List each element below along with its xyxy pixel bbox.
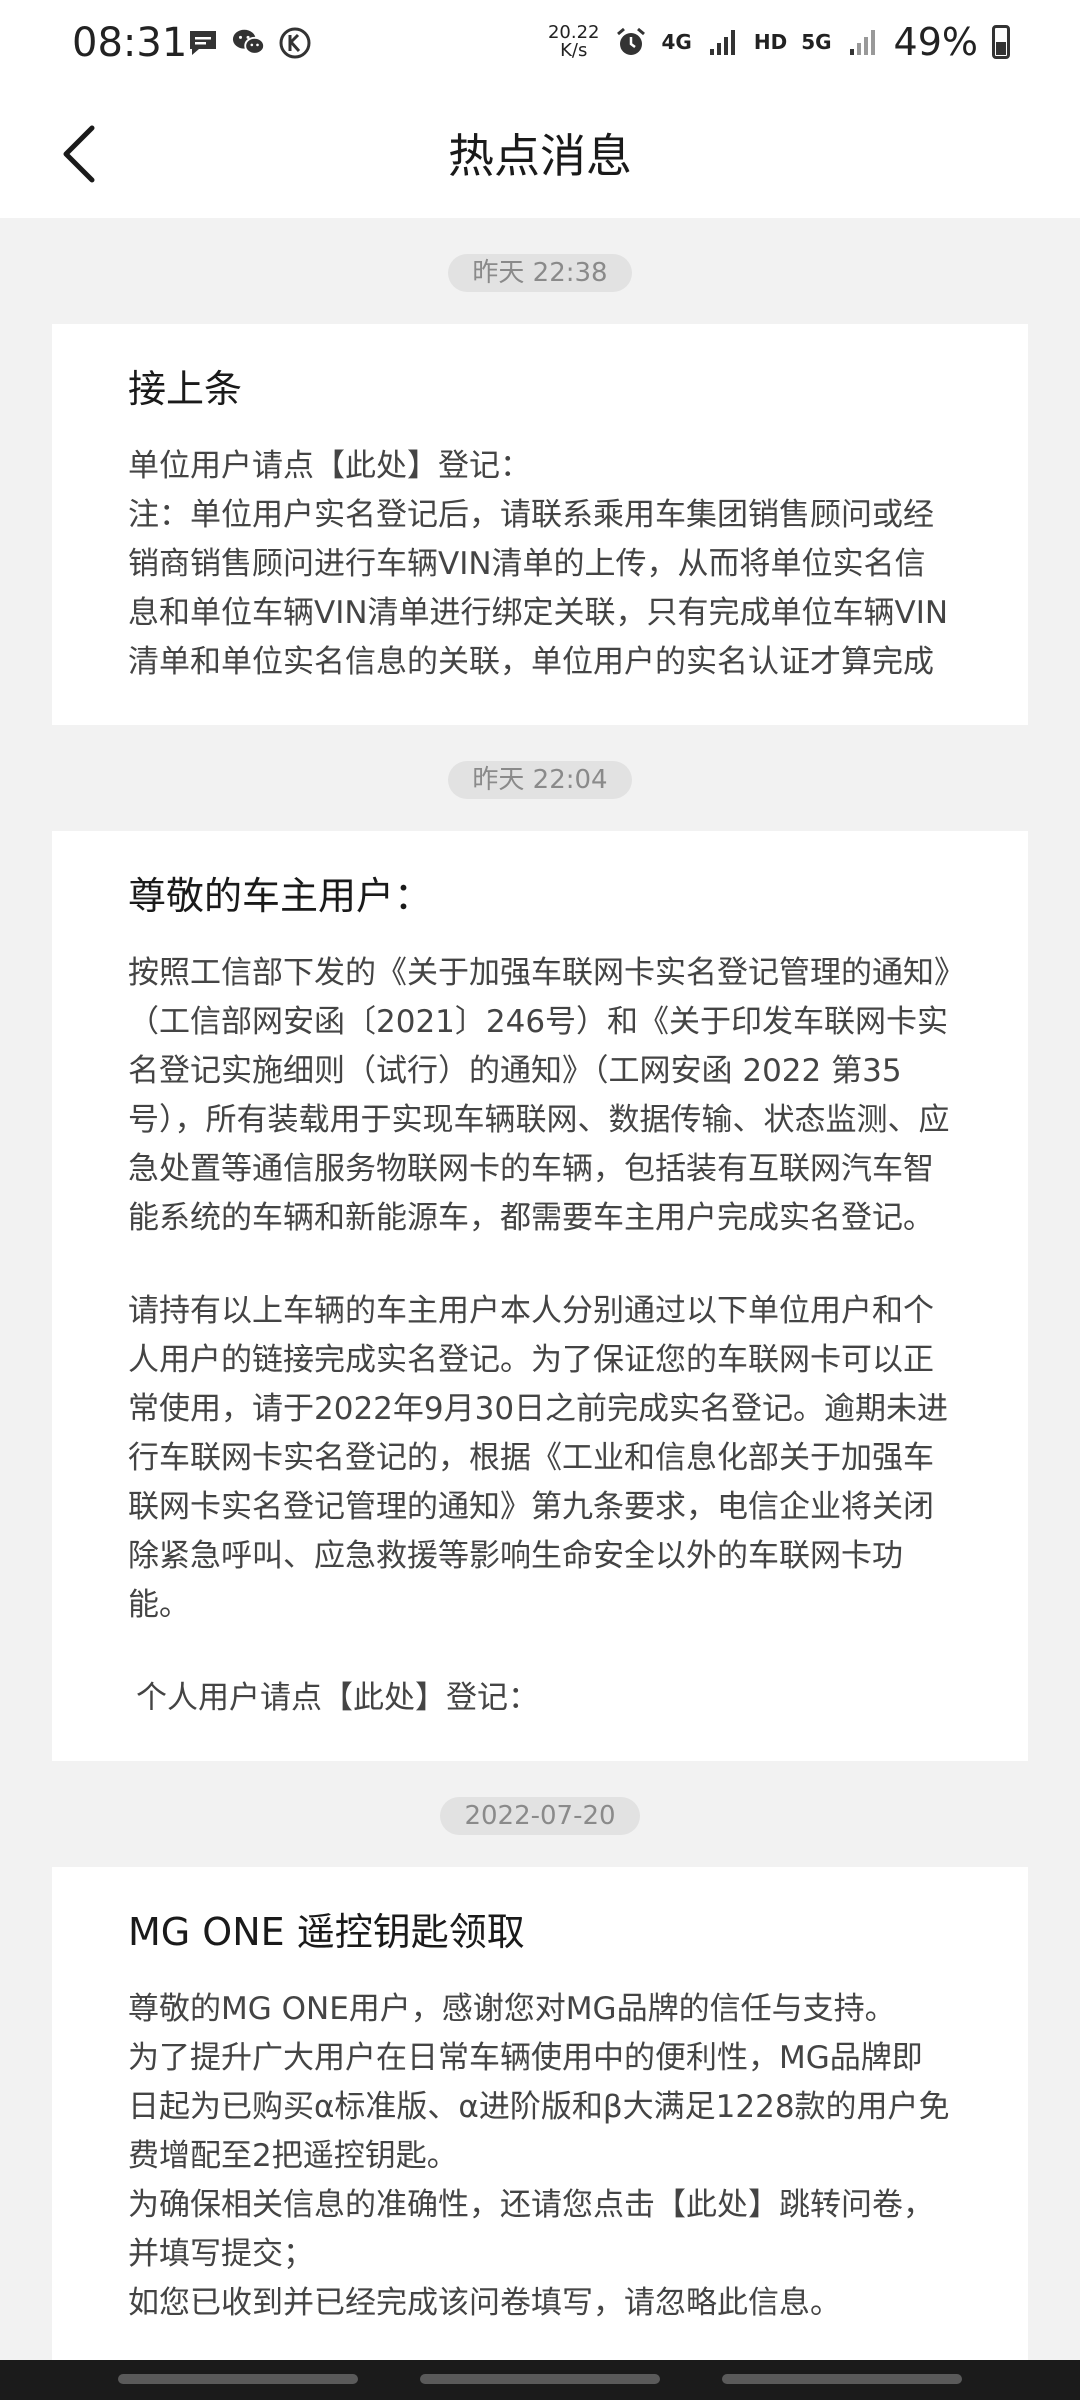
message-body: 尊敬的MG ONE用户，感谢您对MG品牌的信任与支持。 为了提升广大用户在日常车… — [128, 1985, 952, 2328]
message-timestamp: 昨天 22:04 — [448, 761, 632, 799]
system-nav-bar — [0, 2360, 1080, 2400]
message-list[interactable]: 昨天 22:38 接上条 单位用户请点【此处】登记： 注：单位用户实名登记后，请… — [0, 218, 1080, 2360]
notification-icons — [186, 26, 312, 60]
message-title: MG ONE 遥控钥匙领取 — [128, 1910, 525, 1954]
system-indicators: 20.22 K/s 4G HD 5G 49% — [548, 20, 1010, 64]
message-icon — [186, 26, 220, 60]
timestamp-row: 昨天 22:38 — [0, 254, 1080, 292]
message-paragraph: 注：单位用户实名登记后，请联系乘用车集团销售顾问或经销商销售顾问进行车辆VIN清… — [128, 497, 949, 680]
battery-icon — [992, 25, 1010, 59]
message-card[interactable]: 接上条 单位用户请点【此处】登记： 注：单位用户实名登记后，请联系乘用车集团销售… — [52, 324, 1028, 725]
message-paragraph: 按照工信部下发的《关于加强车联网卡实名登记管理的通知》（工信部网安函〔2021〕… — [128, 955, 950, 1236]
k-app-icon — [278, 26, 312, 60]
signal-bars-2-icon — [846, 25, 880, 59]
message-paragraph: 为确保相关信息的准确性，还请您点击【此处】跳转问卷，并填写提交； — [128, 2187, 934, 2272]
message-body: 单位用户请点【此处】登记： 注：单位用户实名登记后，请联系乘用车集团销售顾问或经… — [128, 442, 952, 687]
page-title: 热点消息 — [448, 129, 632, 183]
message-paragraph: 请持有以上车辆的车主用户本人分别通过以下单位用户和个人用户的链接完成实名登记。为… — [128, 1293, 949, 1623]
message-paragraph: 尊敬的MG ONE用户，感谢您对MG品牌的信任与支持。 — [128, 1991, 896, 2027]
signal-hd-label: HD — [753, 30, 788, 54]
message-body: 按照工信部下发的《关于加强车联网卡实名登记管理的通知》（工信部网安函〔2021〕… — [128, 949, 952, 1723]
signal-4g-label: 4G — [661, 30, 692, 54]
signal-5g-label: 5G — [801, 30, 832, 54]
nav-recents-handle[interactable] — [722, 2374, 962, 2384]
message-paragraph: 为了提升广大用户在日常车辆使用中的便利性，MG品牌即日起为已购买α标准版、α进阶… — [128, 2040, 950, 2174]
message-paragraph: 个人用户请点【此处】登记： — [136, 1680, 539, 1716]
network-speed-unit: K/s — [560, 40, 588, 61]
app-header: 热点消息 — [0, 92, 1080, 218]
message-card[interactable]: MG ONE 遥控钥匙领取 尊敬的MG ONE用户，感谢您对MG品牌的信任与支持… — [52, 1867, 1028, 2360]
message-card[interactable]: 尊敬的车主用户： 按照工信部下发的《关于加强车联网卡实名登记管理的通知》（工信部… — [52, 831, 1028, 1761]
nav-back-handle[interactable] — [118, 2374, 358, 2384]
timestamp-row: 昨天 22:04 — [0, 761, 1080, 799]
message-title: 尊敬的车主用户： — [128, 874, 433, 918]
message-paragraph: 单位用户请点【此处】登记： — [128, 448, 531, 484]
battery-percent: 49% — [893, 20, 978, 64]
signal-bars-icon — [706, 25, 740, 59]
status-bar: 08:31 20.22 K/s 4G HD 5G 49% — [0, 0, 1080, 92]
message-title: 接上条 — [128, 367, 243, 411]
timestamp-row: 2022-07-20 — [0, 1797, 1080, 1835]
status-time: 08:31 — [72, 20, 188, 66]
message-timestamp: 2022-07-20 — [440, 1797, 640, 1835]
network-speed: 20.22 K/s — [548, 24, 600, 60]
nav-home-handle[interactable] — [420, 2374, 660, 2384]
message-paragraph: 如您已收到并已经完成该问卷填写，请忽略此信息。 — [128, 2285, 841, 2321]
message-timestamp: 昨天 22:38 — [448, 254, 632, 292]
wechat-icon — [232, 26, 266, 60]
alarm-icon — [614, 25, 648, 59]
